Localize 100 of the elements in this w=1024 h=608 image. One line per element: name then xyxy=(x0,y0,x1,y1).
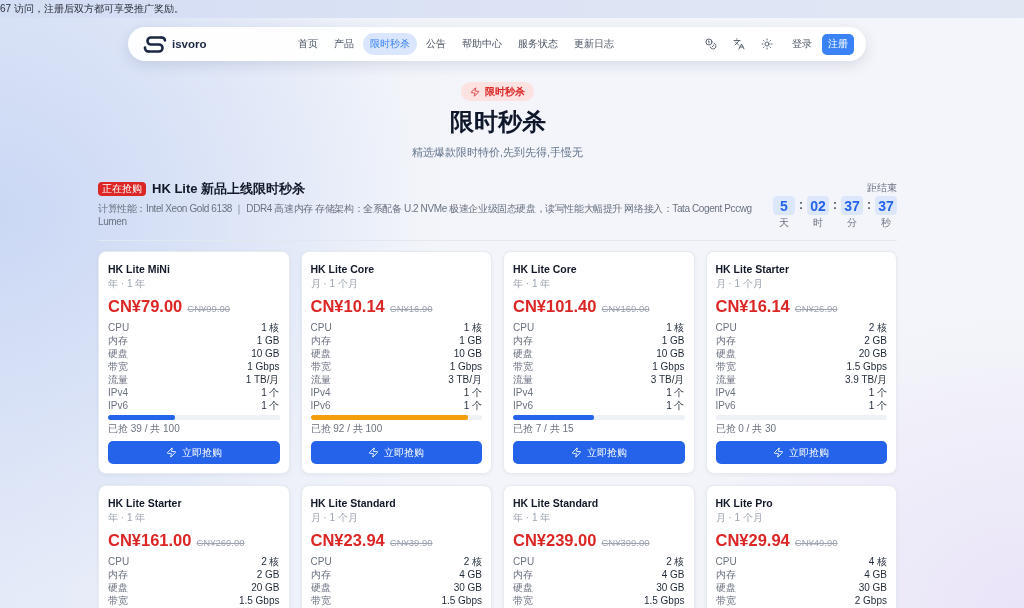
spec-value: 1 个 xyxy=(261,386,280,399)
spec-label: CPU xyxy=(108,321,130,334)
status-badge: 正在抢购 xyxy=(98,182,146,196)
spec-value: 1 Gbps xyxy=(247,360,280,373)
unit-label: 分 xyxy=(847,217,857,229)
spec-value: 1 个 xyxy=(666,399,685,412)
spec-value: 2 Gbps xyxy=(854,594,887,607)
spec-label: 流量 xyxy=(715,373,736,386)
spec-label: 带宽 xyxy=(513,594,533,607)
spec-value: 3 TB/月 xyxy=(448,373,482,386)
spec-value: 1 核 xyxy=(666,321,685,334)
countdown-value: 37 xyxy=(875,196,897,215)
countdown-value: 5 xyxy=(773,196,795,215)
spec-label: IPv4 xyxy=(108,386,128,399)
spec-value: 1 个 xyxy=(868,386,887,399)
spec-value: 10 GB xyxy=(251,347,280,360)
spec-label: 内存 xyxy=(310,568,331,581)
original-price: CN¥16.90 xyxy=(389,303,433,315)
lightning-icon xyxy=(368,447,380,458)
spec-value: 2 GB xyxy=(256,568,280,581)
original-price: CN¥269.00 xyxy=(196,537,245,549)
spec-value: 4 核 xyxy=(868,555,887,568)
buy-button[interactable]: 立即抢购 xyxy=(513,441,685,464)
countdown-value: 02 xyxy=(807,196,829,215)
product-name: HK Lite Core xyxy=(310,262,376,276)
nav-link[interactable]: 帮助中心 xyxy=(454,33,509,55)
spec-value: 30 GB xyxy=(453,581,482,594)
sold-count: 已抢 7 / 共 15 xyxy=(513,423,575,435)
product-name: HK Lite Pro xyxy=(715,496,774,510)
countdown-value: 37 xyxy=(841,196,863,215)
product-name: HK Lite Standard xyxy=(310,496,397,510)
page-title: 限时秒杀 xyxy=(449,108,546,136)
spec-value: 1.5 Gbps xyxy=(643,594,685,607)
spec-label: IPv4 xyxy=(310,386,331,399)
login-button[interactable]: 登录 xyxy=(787,33,817,55)
spec-value: 1.5 Gbps xyxy=(441,594,482,607)
spec-label: 硬盘 xyxy=(108,581,128,594)
sale-price: CN¥101.40 xyxy=(513,296,597,316)
spec-label: 内存 xyxy=(715,568,736,581)
spec-label: 带宽 xyxy=(715,360,736,373)
original-price: CN¥26.90 xyxy=(794,303,838,315)
product-name: HK Lite MiNi xyxy=(108,262,171,276)
spec-label: 硬盘 xyxy=(715,347,736,360)
sale-price: CN¥161.00 xyxy=(108,530,192,550)
billing-term: 年 · 1 年 xyxy=(108,278,147,290)
spec-label: 硬盘 xyxy=(310,347,331,360)
nav-link[interactable]: 服务状态 xyxy=(510,33,565,55)
nav-link[interactable]: 更新日志 xyxy=(566,33,621,55)
unit-label: 天 xyxy=(779,217,789,229)
nav-link[interactable]: 首页 xyxy=(290,33,325,55)
spec-value: 3 TB/月 xyxy=(650,373,685,386)
lightning-icon xyxy=(570,447,582,458)
spec-label: 硬盘 xyxy=(513,347,533,360)
spec-label: 带宽 xyxy=(108,360,128,373)
original-price: CN¥49.90 xyxy=(794,537,838,549)
spec-value: 10 GB xyxy=(453,347,482,360)
spec-value: 4 GB xyxy=(459,568,482,581)
spec-value: 1 个 xyxy=(868,399,887,412)
page-subtitle: 精选爆款限时特价,先到先得,手慢无 xyxy=(412,145,583,159)
time-separator: : xyxy=(798,197,804,214)
spec-label: 内存 xyxy=(310,334,331,347)
spec-value: 2 核 xyxy=(868,321,887,334)
spec-value: 2 GB xyxy=(864,334,887,347)
nav-link[interactable]: 产品 xyxy=(326,33,361,55)
spec-label: 硬盘 xyxy=(715,581,736,594)
spec-value: 1 GB xyxy=(459,334,482,347)
spec-label: IPv6 xyxy=(513,399,533,412)
spec-value: 30 GB xyxy=(656,581,685,594)
sold-count: 已抢 0 / 共 30 xyxy=(715,423,778,435)
spec-value: 4 GB xyxy=(661,568,685,581)
spec-label: 内存 xyxy=(108,568,128,581)
spec-value: 1 GB xyxy=(661,334,685,347)
spec-label: 内存 xyxy=(513,568,533,581)
spec-value: 1 GB xyxy=(256,334,280,347)
buy-button[interactable]: 立即抢购 xyxy=(310,441,482,464)
spec-label: CPU xyxy=(513,555,535,568)
brand-name[interactable]: isvoro xyxy=(172,38,207,50)
spec-value: 2 核 xyxy=(261,555,280,568)
original-price: CN¥39.90 xyxy=(389,537,433,549)
spec-value: 1 个 xyxy=(463,399,482,412)
spec-value: 1 Gbps xyxy=(449,360,482,373)
time-separator: : xyxy=(832,197,838,214)
spec-label: IPv6 xyxy=(108,399,128,412)
sale-price: CN¥23.94 xyxy=(310,530,385,550)
sold-count: 已抢 92 / 共 100 xyxy=(310,423,384,435)
buy-button[interactable]: 立即抢购 xyxy=(108,441,280,464)
sale-price: CN¥29.94 xyxy=(715,530,790,550)
billing-term: 年 · 1 年 xyxy=(513,512,552,524)
billing-term: 月 · 1 个月 xyxy=(310,512,359,524)
spec-label: 流量 xyxy=(310,373,331,386)
spec-label: 流量 xyxy=(513,373,533,386)
spec-label: 内存 xyxy=(108,334,128,347)
product-name: HK Lite Starter xyxy=(108,496,183,510)
spec-value: 1 核 xyxy=(463,321,482,334)
buy-button[interactable]: 立即抢购 xyxy=(715,441,887,464)
spec-label: 带宽 xyxy=(310,594,331,607)
sale-price: CN¥16.14 xyxy=(715,296,790,316)
nav-link[interactable]: 公告 xyxy=(418,33,453,55)
sun-icon xyxy=(761,38,773,50)
register-button[interactable]: 注册 xyxy=(822,33,854,55)
